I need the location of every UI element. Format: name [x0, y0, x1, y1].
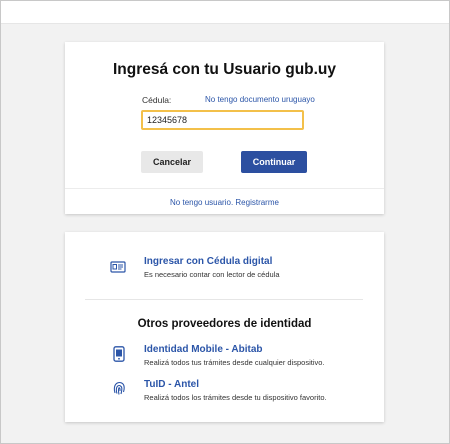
provider-title-abitab[interactable]: Identidad Mobile - Abitab	[144, 344, 263, 355]
register-link[interactable]: No tengo usuario. Registrarme	[65, 198, 384, 207]
cedula-label: Cédula:	[142, 95, 172, 105]
cancel-button[interactable]: Cancelar	[141, 151, 203, 173]
providers-divider	[85, 299, 363, 300]
provider-description-abitab: Realizá todos tus trámites desde cualqui…	[144, 358, 325, 367]
fingerprint-icon	[113, 381, 125, 395]
providers-card: Ingresar con Cédula digital Es necesario…	[65, 232, 384, 422]
provider-title-antel[interactable]: TuID - Antel	[144, 379, 199, 390]
top-bar	[1, 1, 449, 24]
continue-button[interactable]: Continuar	[241, 151, 307, 173]
cedula-digital-title[interactable]: Ingresar con Cédula digital	[144, 256, 272, 267]
provider-description-antel: Realizá todos los trámites desde tu disp…	[144, 393, 327, 402]
no-document-link[interactable]: No tengo documento uruguayo	[205, 95, 315, 104]
login-divider	[65, 188, 384, 189]
other-providers-title: Otros proveedores de identidad	[137, 318, 312, 330]
cedula-digital-description: Es necesario contar con lector de cédula	[144, 270, 280, 279]
login-card: Ingresá con tu Usuario gub.uy Cédula: No…	[65, 42, 384, 214]
id-card-reader-icon	[110, 261, 126, 273]
mobile-phone-icon	[113, 346, 125, 362]
login-title: Ingresá con tu Usuario gub.uy	[112, 61, 337, 78]
cedula-input[interactable]	[141, 110, 304, 130]
